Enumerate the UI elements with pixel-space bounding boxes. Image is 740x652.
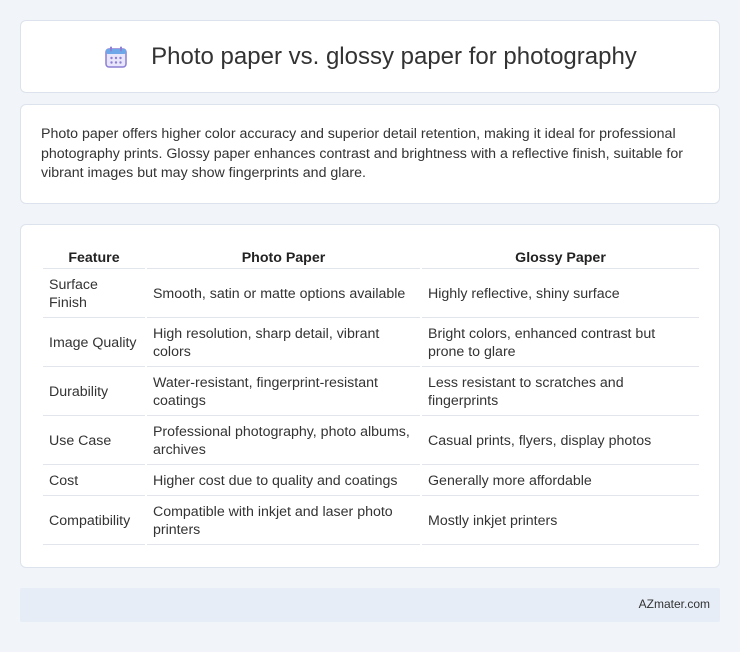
intro-paragraph: Photo paper offers higher color accuracy… — [41, 126, 683, 181]
photo-paper-cell: Compatible with inkjet and laser photo p… — [146, 498, 421, 545]
photo-paper-cell: High resolution, sharp detail, vibrant c… — [146, 320, 421, 367]
feature-cell: Durability — [43, 369, 145, 416]
photo-paper-cell: Water-resistant, fingerprint-resistant c… — [146, 369, 421, 416]
footer-brand: AZmater.com — [638, 597, 710, 611]
footer-bar: AZmater.com — [20, 588, 720, 622]
feature-cell: Use Case — [43, 418, 145, 465]
comparison-table-card: Feature Photo Paper Glossy Paper Surface… — [20, 224, 720, 568]
glossy-paper-cell: Generally more affordable — [422, 467, 699, 496]
photo-paper-cell: Smooth, satin or matte options available — [146, 271, 421, 318]
table-row: Durability Water-resistant, fingerprint-… — [43, 369, 699, 416]
comparison-table: Feature Photo Paper Glossy Paper Surface… — [41, 245, 701, 547]
photo-paper-cell: Higher cost due to quality and coatings — [146, 467, 421, 496]
column-header-glossy-paper: Glossy Paper — [422, 247, 699, 269]
header: Photo paper vs. glossy paper for photogr… — [103, 43, 637, 71]
table-header-row: Feature Photo Paper Glossy Paper — [43, 247, 699, 269]
glossy-paper-cell: Mostly inkjet printers — [422, 498, 699, 545]
page-title: Photo paper vs. glossy paper for photogr… — [151, 42, 637, 70]
calendar-icon — [103, 44, 129, 70]
feature-cell: Image Quality — [43, 320, 145, 367]
header-card: Photo paper vs. glossy paper for photogr… — [20, 20, 720, 93]
photo-paper-cell: Professional photography, photo albums, … — [146, 418, 421, 465]
table-row: Use Case Professional photography, photo… — [43, 418, 699, 465]
table-row: Image Quality High resolution, sharp det… — [43, 320, 699, 367]
glossy-paper-cell: Casual prints, flyers, display photos — [422, 418, 699, 465]
glossy-paper-cell: Less resistant to scratches and fingerpr… — [422, 369, 699, 416]
column-header-photo-paper: Photo Paper — [146, 247, 421, 269]
feature-cell: Compatibility — [43, 498, 145, 545]
column-header-feature: Feature — [43, 247, 145, 269]
glossy-paper-cell: Bright colors, enhanced contrast but pro… — [422, 320, 699, 367]
feature-cell: Surface Finish — [43, 271, 145, 318]
table-row: Cost Higher cost due to quality and coat… — [43, 467, 699, 496]
intro-card: Photo paper offers higher color accuracy… — [20, 104, 720, 204]
feature-cell: Cost — [43, 467, 145, 496]
table-row: Surface Finish Smooth, satin or matte op… — [43, 271, 699, 318]
table-row: Compatibility Compatible with inkjet and… — [43, 498, 699, 545]
glossy-paper-cell: Highly reflective, shiny surface — [422, 271, 699, 318]
